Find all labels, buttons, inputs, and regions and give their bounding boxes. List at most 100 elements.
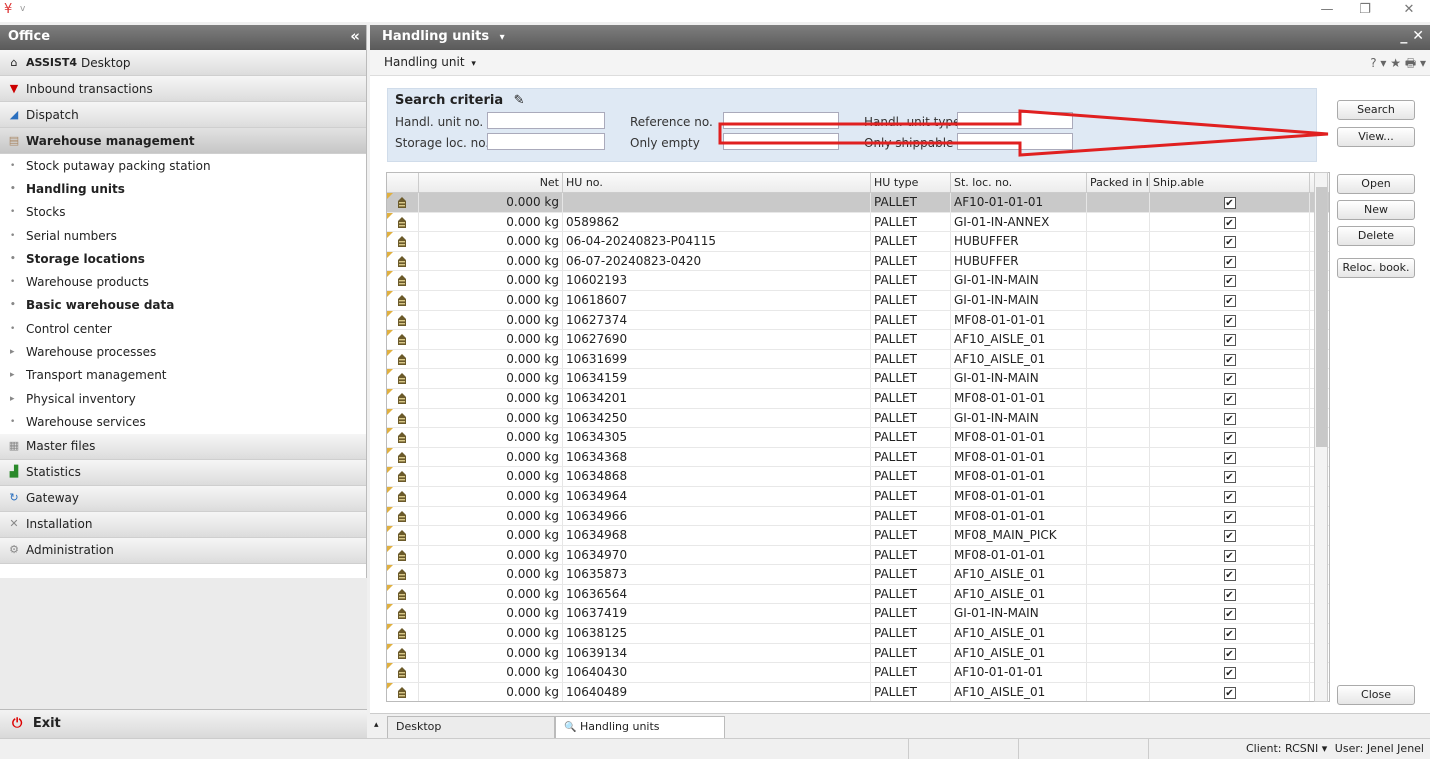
table-row[interactable]: 0.000 kg 10634201 PALLET MF08-01-01-01 ✔ <box>387 388 1329 409</box>
column-header-st-loc-no[interactable]: St. loc. no. <box>951 173 1087 192</box>
shipable-checkbox[interactable]: ✔ <box>1223 353 1236 366</box>
delete-button[interactable]: Delete <box>1337 226 1415 246</box>
tab-handling-units[interactable]: 🔍 Handling units <box>555 716 725 738</box>
close-button[interactable]: Close <box>1337 685 1415 705</box>
nav-desktop[interactable]: ⌂ ASSIST4 Desktop <box>0 50 366 76</box>
table-row[interactable]: 0.000 kg 10634868 PALLET MF08-01-01-01 ✔ <box>387 467 1329 487</box>
scrollbar-thumb[interactable] <box>1316 187 1327 447</box>
handl-unit-no-input[interactable] <box>487 112 605 129</box>
sub-item-storage-locations[interactable]: • Storage locations <box>0 247 366 271</box>
tab-desktop[interactable]: Desktop <box>387 716 555 738</box>
sub-item-basic-warehouse-data[interactable]: • Basic warehouse data <box>0 293 366 318</box>
shipable-checkbox[interactable]: ✔ <box>1223 628 1236 641</box>
nav-warehouse-management[interactable]: ▤ Warehouse management <box>0 128 366 154</box>
table-row[interactable]: 0.000 kg 06-04-20240823-P04115 PALLET HUBUF… <box>387 232 1329 252</box>
storage-loc-no-input[interactable] <box>487 133 605 150</box>
column-header-net[interactable]: Net <box>419 173 563 192</box>
sub-item-serial-numbers[interactable]: • Serial numbers <box>0 223 366 248</box>
shipable-checkbox[interactable]: ✔ <box>1223 216 1236 229</box>
table-row[interactable]: 0.000 kg 06-07-20240823-0420 PALLET HUBUFFE… <box>387 251 1329 272</box>
sub-item-stock-putaway[interactable]: • Stock putaway packing station <box>0 154 366 178</box>
exit-button[interactable]: ⏻ Exit <box>0 709 367 738</box>
sub-item-warehouse-services[interactable]: • Warehouse services <box>0 410 366 434</box>
collapse-panel-icon[interactable]: « <box>350 27 360 45</box>
shipable-checkbox[interactable]: ✔ <box>1223 686 1236 699</box>
table-row[interactable]: 0.000 kg 10634368 PALLET MF08-01-01-01 ✔ <box>387 447 1329 468</box>
view-selector[interactable]: Handling unit ▾ ? ▾ ★ 🖶 ▾ <box>370 50 1430 76</box>
reloc-book-button[interactable]: Reloc. book. <box>1337 258 1415 278</box>
edit-pencil-icon[interactable]: ✎ <box>514 93 525 108</box>
column-header-shipable[interactable]: Ship.able <box>1150 173 1310 192</box>
table-row[interactable]: 0.000 kg 10635873 PALLET AF10_AISLE_01 ✔ <box>387 565 1329 585</box>
shipable-checkbox[interactable]: ✔ <box>1223 255 1236 268</box>
column-header-hu-type[interactable]: HU type <box>871 173 951 192</box>
shipable-checkbox[interactable]: ✔ <box>1223 197 1236 209</box>
table-row[interactable]: 0.000 kg 10634250 PALLET GI-01-IN-MAIN ✔ <box>387 408 1329 429</box>
sub-item-transport-management[interactable]: ▸ Transport management <box>0 363 366 387</box>
table-row[interactable]: 0.000 kg 10634970 PALLET MF08-01-01-01 ✔ <box>387 545 1329 566</box>
shipable-checkbox[interactable]: ✔ <box>1223 314 1236 327</box>
table-row[interactable]: 0.000 kg PALLET AF10-01-01-01 ✔ <box>387 193 1329 213</box>
shipable-checkbox[interactable]: ✔ <box>1223 549 1236 562</box>
window-close-icon[interactable]: _ ✕ <box>1400 28 1424 44</box>
sub-item-warehouse-products[interactable]: • Warehouse products <box>0 270 366 294</box>
client-dropdown-icon[interactable]: ▾ <box>1322 742 1328 755</box>
shipable-checkbox[interactable]: ✔ <box>1223 608 1236 621</box>
shipable-checkbox[interactable]: ✔ <box>1223 451 1236 464</box>
table-row[interactable]: 0.000 kg 10627374 PALLET MF08-01-01-01 ✔ <box>387 310 1329 331</box>
nav-inbound-transactions[interactable]: ▼ Inbound transactions <box>0 76 366 102</box>
shipable-checkbox[interactable]: ✔ <box>1223 667 1236 680</box>
table-row[interactable]: 0.000 kg 10627690 PALLET AF10_AISLE_01 ✔ <box>387 330 1329 350</box>
nav-gateway[interactable]: ↻ Gateway <box>0 485 366 512</box>
restore-button[interactable]: ❐ <box>1354 2 1376 20</box>
table-row[interactable]: 0.000 kg 0589862 PALLET GI-01-IN-ANNEX ✔ <box>387 212 1329 233</box>
shipable-checkbox[interactable]: ✔ <box>1223 569 1236 582</box>
column-header-packed-in[interactable]: Packed in I <box>1087 173 1150 192</box>
shipable-checkbox[interactable]: ✔ <box>1223 392 1236 405</box>
sub-item-physical-inventory[interactable]: ▸ Physical inventory <box>0 386 366 411</box>
table-row[interactable]: 0.000 kg 10634964 PALLET MF08-01-01-01 ✔ <box>387 486 1329 507</box>
table-row[interactable]: 0.000 kg 10631699 PALLET AF10_AISLE_01 ✔ <box>387 349 1329 370</box>
new-button[interactable]: New <box>1337 200 1415 220</box>
nav-master-files[interactable]: ▦ Master files <box>0 433 366 460</box>
client-user-status[interactable]: Client: RCSNI ▾ User: Jenel Jenel <box>1148 739 1430 759</box>
search-button[interactable]: Search <box>1337 100 1415 120</box>
table-scrollbar[interactable] <box>1314 172 1328 702</box>
table-row[interactable]: 0.000 kg 10634305 PALLET MF08-01-01-01 ✔ <box>387 428 1329 448</box>
table-row[interactable]: 0.000 kg 10602193 PALLET GI-01-IN-MAIN ✔ <box>387 271 1329 291</box>
shipable-checkbox[interactable]: ✔ <box>1223 294 1236 307</box>
toolbar-help-star-print-icons[interactable]: ? ▾ ★ 🖶 ▾ <box>1370 54 1426 75</box>
sub-item-control-center[interactable]: • Control center <box>0 317 366 341</box>
view-button[interactable]: View... <box>1337 127 1415 147</box>
shipable-checkbox[interactable]: ✔ <box>1223 432 1236 445</box>
shipable-checkbox[interactable]: ✔ <box>1223 412 1236 425</box>
table-row[interactable]: 0.000 kg 10640430 PALLET AF10-01-01-01 ✔ <box>387 663 1329 683</box>
shipable-checkbox[interactable]: ✔ <box>1223 471 1236 484</box>
table-row[interactable]: 0.000 kg 10638125 PALLET AF10_AISLE_01 ✔ <box>387 624 1329 644</box>
title-dropdown-icon[interactable]: ▾ <box>500 32 505 43</box>
nav-statistics[interactable]: ▟ Statistics <box>0 459 366 486</box>
shipable-checkbox[interactable]: ✔ <box>1223 647 1236 660</box>
table-row[interactable]: 0.000 kg 10634966 PALLET MF08-01-01-01 ✔ <box>387 506 1329 527</box>
sub-item-handling-units[interactable]: • Handling units <box>0 177 366 201</box>
tab-scroll-up-icon[interactable]: ▴ <box>374 720 379 730</box>
table-row[interactable]: 0.000 kg 10634159 PALLET GI-01-IN-MAIN ✔ <box>387 369 1329 389</box>
minimize-button[interactable]: — <box>1316 2 1338 20</box>
view-dropdown-icon[interactable]: ▾ <box>471 59 476 69</box>
shipable-checkbox[interactable]: ✔ <box>1223 236 1236 249</box>
shipable-checkbox[interactable]: ✔ <box>1223 530 1236 543</box>
shipable-checkbox[interactable]: ✔ <box>1223 334 1236 347</box>
sub-item-warehouse-processes[interactable]: ▸ Warehouse processes <box>0 340 366 364</box>
table-row[interactable]: 0.000 kg 10636564 PALLET AF10_AISLE_01 ✔ <box>387 584 1329 605</box>
table-row[interactable]: 0.000 kg 10639134 PALLET AF10_AISLE_01 ✔ <box>387 643 1329 664</box>
table-row[interactable]: 0.000 kg 10618607 PALLET GI-01-IN-MAIN ✔ <box>387 290 1329 311</box>
app-menu-chevron-icon[interactable]: v <box>20 4 25 14</box>
column-header-icon[interactable] <box>387 173 419 192</box>
column-header-hu-no[interactable]: HU no. <box>563 173 871 192</box>
close-window-button[interactable]: ✕ <box>1398 2 1420 20</box>
shipable-checkbox[interactable]: ✔ <box>1223 588 1236 601</box>
table-row[interactable]: 0.000 kg 10634968 PALLET MF08_MAIN_PICK ✔ <box>387 526 1329 546</box>
table-row[interactable]: 0.000 kg 10637419 PALLET GI-01-IN-MAIN ✔ <box>387 604 1329 625</box>
nav-administration[interactable]: ⚙ Administration <box>0 537 366 564</box>
shipable-checkbox[interactable]: ✔ <box>1223 275 1236 288</box>
